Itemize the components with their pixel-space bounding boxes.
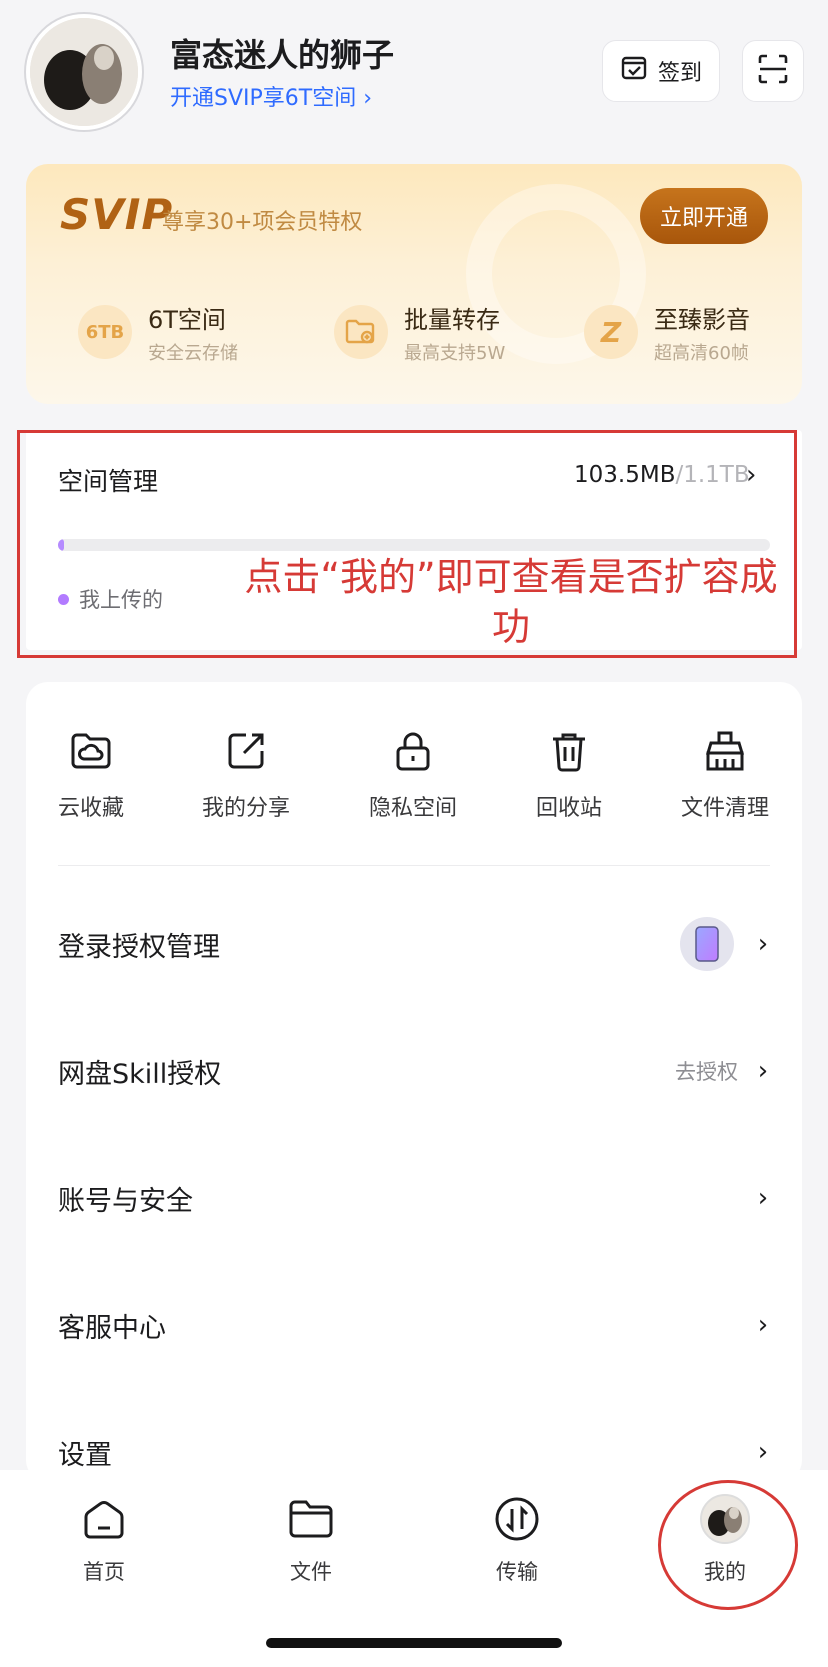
checkin-button[interactable]: 签到	[602, 40, 720, 102]
avatar[interactable]	[26, 14, 142, 130]
storage-usage: 103.5MB/1.1TB	[574, 462, 750, 488]
tool-label: 云收藏	[57, 796, 124, 821]
tool-cloud-collection[interactable]: 云收藏	[16, 726, 166, 822]
tool-file-cleanup[interactable]: 文件清理	[650, 726, 800, 822]
svip-card[interactable]: SVIP 尊享30+项会员特权 立即开通 6TB 6T空间 安全云存储 批量转存…	[26, 164, 802, 404]
menu-label: 账号与安全	[58, 1185, 193, 1217]
tab-label: 文件	[290, 1560, 332, 1584]
share-icon	[221, 726, 271, 776]
tab-home[interactable]: 首页	[44, 1494, 164, 1586]
open-svip-button[interactable]: 立即开通	[640, 188, 768, 244]
perk-subtitle: 最高支持5W	[404, 342, 506, 364]
menu-customer-service[interactable]: 客服中心 ›	[58, 1295, 770, 1355]
home-icon	[79, 1494, 129, 1544]
home-indicator[interactable]	[266, 1638, 562, 1648]
perk-title: 至臻影音	[654, 305, 750, 334]
chevron-right-icon: ›	[757, 1437, 769, 1467]
lock-icon	[388, 726, 438, 776]
perk-subtitle: 安全云存储	[148, 342, 238, 364]
tool-label: 隐私空间	[368, 796, 457, 821]
tab-label: 我的	[704, 1560, 746, 1584]
divider	[58, 865, 770, 866]
svip-logo: SVIP	[60, 190, 174, 239]
storage-title: 空间管理	[58, 467, 159, 496]
tab-label: 传输	[496, 1560, 538, 1584]
storage-6tb-icon: 6TB	[78, 305, 132, 359]
perk-icon-text: 6TB	[85, 321, 125, 343]
calendar-check-icon	[620, 54, 648, 88]
perk-subtitle: 超高清60帧	[654, 342, 749, 364]
perk-title: 批量转存	[404, 305, 500, 334]
checkin-label: 签到	[657, 61, 702, 86]
perk-storage[interactable]: 6TB 6T空间 安全云存储	[78, 292, 238, 372]
cloud-folder-icon	[66, 726, 116, 776]
tool-recycle-bin[interactable]: 回收站	[494, 726, 644, 822]
folder-icon	[286, 1494, 336, 1544]
storage-total-value: /1.1TB	[675, 462, 750, 488]
menu-hint: 去授权	[675, 1060, 738, 1084]
svip-upgrade-link[interactable]: 开通SVIP享6T空间 ›	[170, 80, 372, 112]
media-z-icon: Z	[584, 305, 638, 359]
menu-label: 设置	[58, 1439, 112, 1471]
menu-login-authorization[interactable]: 登录授权管理 ›	[58, 914, 770, 974]
avatar	[700, 1494, 750, 1544]
phone-device-icon	[680, 917, 734, 971]
storage-progress-bar	[58, 539, 770, 551]
tool-label: 文件清理	[680, 796, 769, 821]
broom-icon	[700, 726, 750, 776]
chevron-right-icon[interactable]: ›	[746, 460, 756, 490]
annotation-text: 点击“我的”即可查看是否扩容成功	[244, 555, 778, 649]
trash-icon	[544, 726, 594, 776]
storage-progress-fill	[58, 539, 64, 551]
tool-private-space[interactable]: 隐私空间	[338, 726, 488, 822]
username: 富态迷人的狮子	[170, 36, 395, 74]
tool-my-shares[interactable]: 我的分享	[171, 726, 321, 822]
perk-title: 6T空间	[148, 305, 226, 334]
chevron-right-icon: ›	[757, 1310, 769, 1340]
perk-icon-text: Z	[600, 315, 622, 349]
tab-me[interactable]: 我的	[665, 1494, 785, 1586]
chevron-right-icon: ›	[757, 929, 769, 959]
menu-label: 登录授权管理	[58, 931, 220, 963]
tab-files[interactable]: 文件	[251, 1494, 371, 1586]
menu-label: 客服中心	[58, 1312, 166, 1344]
chevron-right-icon: ›	[757, 1056, 769, 1086]
transfer-icon	[492, 1494, 542, 1544]
tab-label: 首页	[83, 1560, 125, 1584]
legend-my-uploads: 我上传的	[79, 588, 163, 612]
perk-media[interactable]: Z 至臻影音 超高清60帧	[584, 292, 750, 372]
tab-avatar-wrap	[700, 1494, 750, 1544]
perk-batch-save[interactable]: 批量转存 最高支持5W	[334, 292, 505, 372]
folder-add-icon	[334, 305, 388, 359]
menu-account-security[interactable]: 账号与安全 ›	[58, 1168, 770, 1228]
chevron-right-icon: ›	[757, 1183, 769, 1213]
storage-used-value: 103.5MB	[574, 462, 676, 488]
menu-skill-authorization[interactable]: 网盘Skill授权 去授权 ›	[58, 1041, 770, 1101]
tool-label: 回收站	[535, 796, 602, 821]
legend-dot	[58, 594, 69, 605]
tool-label: 我的分享	[201, 796, 290, 821]
tab-transfer[interactable]: 传输	[457, 1494, 577, 1586]
scan-button[interactable]	[742, 40, 804, 102]
scan-icon	[757, 53, 789, 89]
svip-tagline: 尊享30+项会员特权	[162, 210, 363, 235]
menu-label: 网盘Skill授权	[58, 1058, 222, 1090]
